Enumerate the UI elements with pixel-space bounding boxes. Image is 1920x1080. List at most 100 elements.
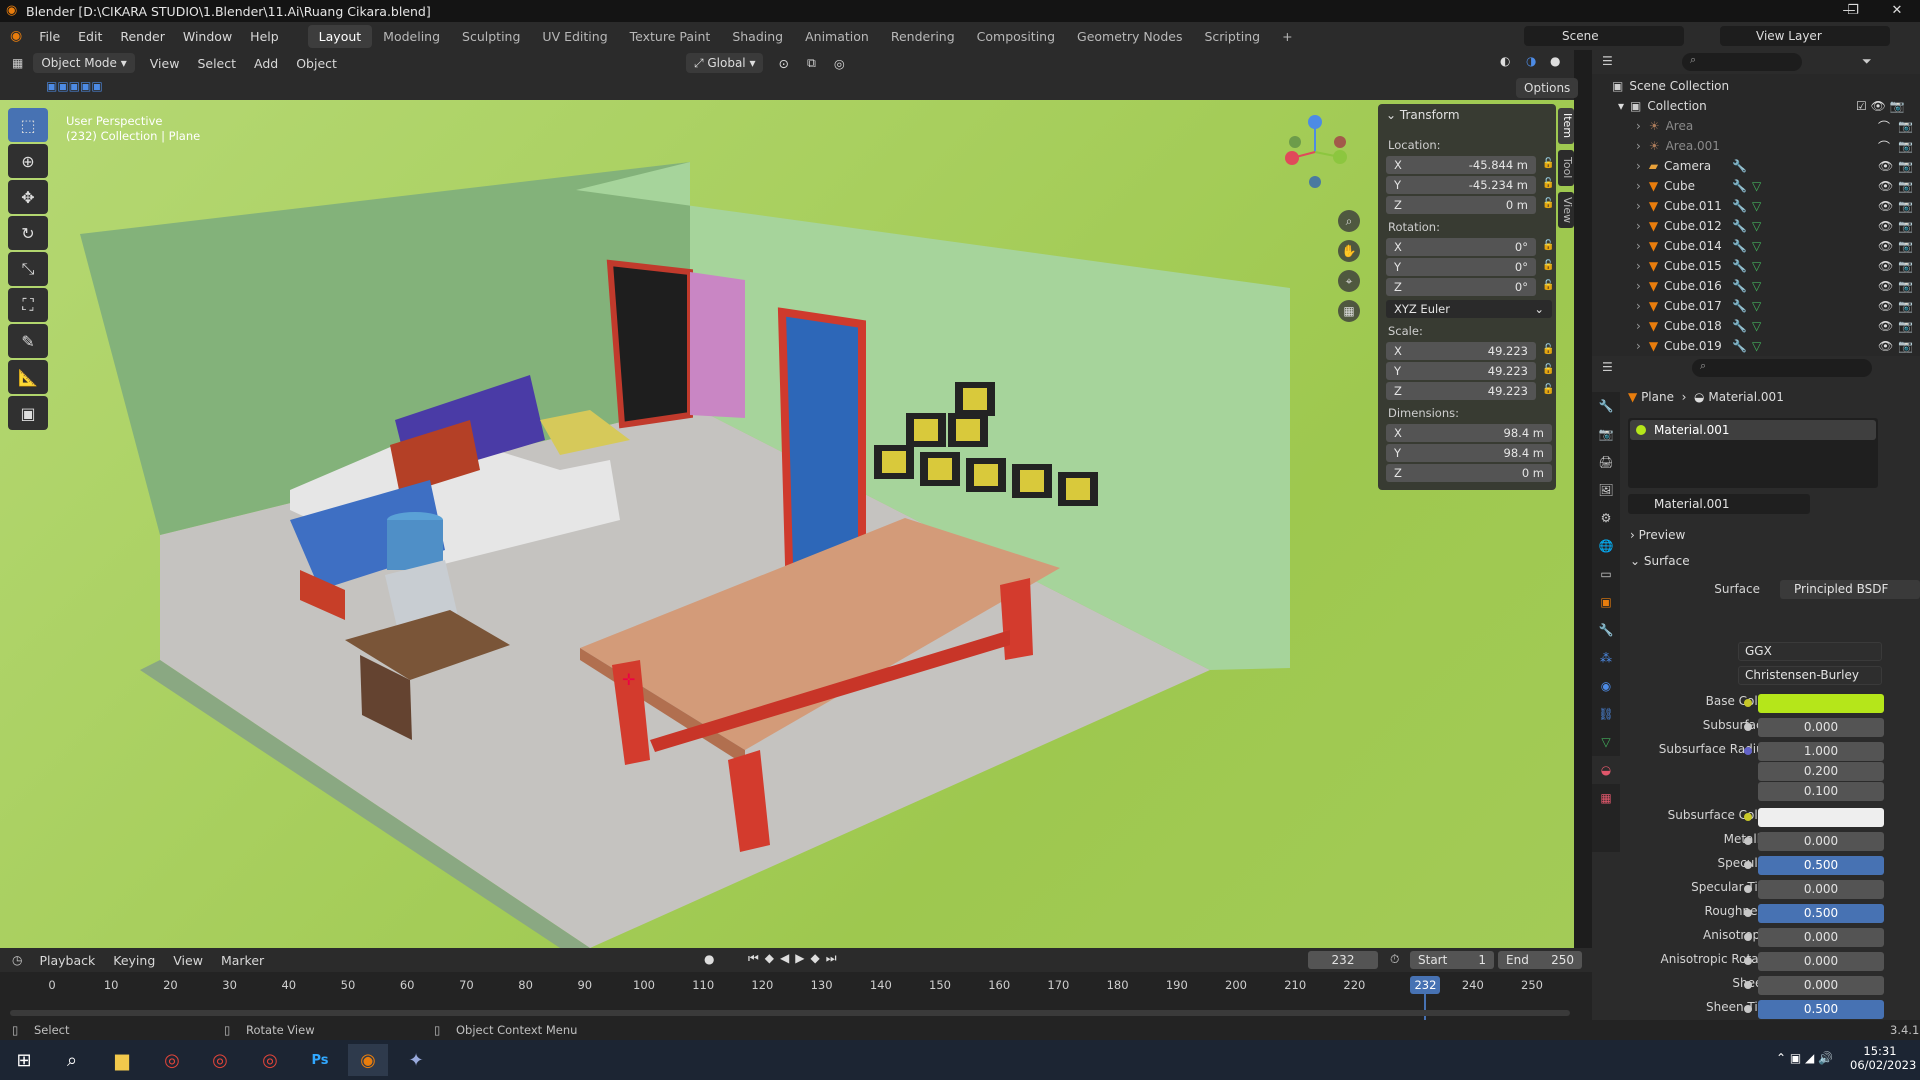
outliner-row[interactable]: › ▼ Cube.018 🔧 ▽ 👁 📷	[1592, 316, 1920, 336]
render-tab-icon[interactable]: 📷	[1592, 420, 1620, 448]
material-name-field[interactable]: Material.001	[1628, 494, 1810, 514]
lock-icon[interactable]: 🔓	[1542, 240, 1554, 251]
stopwatch-icon[interactable]: ⏱	[1390, 952, 1399, 967]
menu-file[interactable]: File	[30, 29, 69, 44]
constraints-tab-icon[interactable]: ⛓	[1592, 700, 1620, 728]
tab-layout[interactable]: Layout	[307, 24, 373, 48]
surface-section[interactable]: ⌄ Surface	[1630, 554, 1690, 568]
select-menu[interactable]: Select	[188, 56, 245, 71]
select-box-tool-icon[interactable]: ⬚	[8, 108, 48, 142]
proportional-icon[interactable]: ◎	[825, 56, 854, 71]
socket-dot-icon[interactable]	[1744, 1005, 1752, 1013]
tab-uv-editing[interactable]: UV Editing	[531, 25, 618, 48]
scale-tool-icon[interactable]: ⤡	[8, 252, 48, 286]
record-icon[interactable]: ●	[704, 952, 714, 966]
outliner-row-collection[interactable]: ▾ ▣ Collection ☑ 👁 📷	[1592, 96, 1920, 116]
add-cube-tool-icon[interactable]: ▣	[8, 396, 48, 430]
mode-dropdown[interactable]: Object Mode ▾	[33, 53, 135, 73]
view-layer-tab-icon[interactable]: 🖼	[1592, 476, 1620, 504]
add-menu[interactable]: Add	[245, 56, 287, 71]
select-mode-icon[interactable]: ▣▣▣▣▣	[46, 79, 103, 93]
tab-texture-paint[interactable]: Texture Paint	[619, 25, 722, 48]
particles-tab-icon[interactable]: ⁂	[1592, 644, 1620, 672]
rotation-x-field[interactable]: X 0°	[1386, 238, 1536, 256]
filter-icon[interactable]: ⏷	[1862, 54, 1872, 69]
view-layer-selector[interactable]: View Layer	[1720, 26, 1890, 46]
location-x-field[interactable]: X -45.844 m	[1386, 156, 1536, 174]
outliner-editor-icon[interactable]: ☰	[1602, 54, 1613, 68]
render-camera-icon[interactable]: 📷	[1898, 159, 1913, 173]
rotation-mode-dropdown[interactable]: XYZ Euler ⌄	[1386, 300, 1552, 318]
surface-shader-field[interactable]: Principled BSDF	[1780, 580, 1920, 599]
visibility-eye-icon[interactable]: 👁	[1878, 219, 1893, 233]
socket-dot-icon[interactable]	[1744, 723, 1752, 731]
photoshop-icon[interactable]: Ps	[300, 1044, 340, 1076]
property-value-field[interactable]: 0.000	[1758, 832, 1884, 851]
distribution-dropdown[interactable]: GGX	[1738, 642, 1882, 661]
lock-icon[interactable]: 🔓	[1542, 280, 1554, 291]
visibility-eye-icon[interactable]: 👁	[1878, 299, 1893, 313]
scene-selector[interactable]: Scene	[1524, 26, 1684, 46]
cursor-tool-icon[interactable]: ⊕	[8, 144, 48, 178]
timeline-editor-icon[interactable]: ◷	[12, 953, 22, 967]
expand-icon[interactable]: ›	[1636, 219, 1641, 233]
property-value-field[interactable]: 0.000	[1758, 976, 1884, 995]
lock-icon[interactable]: 🔓	[1542, 178, 1554, 189]
object-tab-icon[interactable]: ▣	[1592, 588, 1620, 616]
property-value-field[interactable]: 1.000	[1758, 742, 1884, 761]
outliner-row[interactable]: › ▼ Cube.012 🔧 ▽ 👁 📷	[1592, 216, 1920, 236]
outliner-row-scene-collection[interactable]: ▣ Scene Collection	[1592, 76, 1920, 96]
outliner-row[interactable]: › ▼ Cube.014 🔧 ▽ 👁 📷	[1592, 236, 1920, 256]
visibility-eye-icon[interactable]: 👁	[1878, 239, 1893, 253]
visibility-eye-icon[interactable]: ⌒	[1878, 138, 1890, 155]
expand-icon[interactable]: ›	[1636, 279, 1641, 293]
texture-tab-icon[interactable]: ▦	[1592, 784, 1620, 812]
visibility-eye-icon[interactable]: 👁	[1878, 319, 1893, 333]
expand-icon[interactable]: ›	[1636, 179, 1641, 193]
tab-view[interactable]: View	[1558, 192, 1574, 228]
material-tab-icon[interactable]: ◒	[1592, 756, 1620, 784]
data-tab-icon[interactable]: ▽	[1592, 728, 1620, 756]
socket-dot-icon[interactable]	[1744, 837, 1752, 845]
outliner-row[interactable]: › ▼ Cube.011 🔧 ▽ 👁 📷	[1592, 196, 1920, 216]
menu-help[interactable]: Help	[241, 29, 288, 44]
outliner-row[interactable]: › ▼ Cube 🔧 ▽ 👁 📷	[1592, 176, 1920, 196]
current-frame-field[interactable]: 232	[1308, 951, 1378, 969]
visibility-eye-icon[interactable]: 👁	[1878, 199, 1893, 213]
outliner-row[interactable]: › ▼ Cube.017 🔧 ▽ 👁 📷	[1592, 296, 1920, 316]
render-camera-icon[interactable]: 📷	[1898, 199, 1913, 213]
scale-x-field[interactable]: X 49.223	[1386, 342, 1536, 360]
property-value-field[interactable]: 0.500	[1758, 904, 1884, 923]
visibility-eye-icon[interactable]: 👁	[1878, 159, 1893, 173]
expand-icon[interactable]: ›	[1636, 239, 1641, 253]
timeline-view-menu[interactable]: View	[164, 953, 212, 968]
playback-menu[interactable]: Playback	[30, 953, 104, 968]
annotate-tool-icon[interactable]: ✎	[8, 324, 48, 358]
rotate-tool-icon[interactable]: ↻	[8, 216, 48, 250]
scale-y-field[interactable]: Y 49.223	[1386, 362, 1536, 380]
socket-dot-icon[interactable]	[1744, 861, 1752, 869]
property-value-field[interactable]: 0.000	[1758, 928, 1884, 947]
expand-icon[interactable]: ›	[1636, 199, 1641, 213]
property-value-field[interactable]: 0.500	[1758, 856, 1884, 875]
render-camera-icon[interactable]: 📷	[1898, 119, 1913, 133]
socket-dot-icon[interactable]	[1744, 909, 1752, 917]
transform-panel-title[interactable]: ⌄ Transform	[1386, 108, 1460, 122]
property-value-field[interactable]: 0.200	[1758, 762, 1884, 781]
render-camera-icon[interactable]: 📷	[1898, 179, 1913, 193]
zoom-icon[interactable]: ⌕	[1338, 210, 1360, 232]
tray-icons[interactable]: ⌃ ▣ ◢ 🔊	[1776, 1051, 1833, 1065]
snap-icon[interactable]: ⧉	[798, 55, 825, 71]
pivot-icon[interactable]: ⊙	[769, 56, 797, 71]
dimensions-y-field[interactable]: Y 98.4 m	[1386, 444, 1552, 462]
start-frame-field[interactable]: Start 1	[1410, 951, 1494, 969]
render-camera-icon[interactable]: 📷	[1898, 219, 1913, 233]
outliner-search-input[interactable]: ⌕	[1682, 53, 1802, 71]
lock-icon[interactable]: 🔓	[1542, 260, 1554, 271]
socket-dot-icon[interactable]	[1744, 813, 1752, 821]
tab-tool[interactable]: Tool	[1558, 150, 1574, 186]
tab-scripting[interactable]: Scripting	[1193, 25, 1271, 48]
physics-tab-icon[interactable]: ◉	[1592, 672, 1620, 700]
lock-icon[interactable]: 🔓	[1542, 198, 1554, 209]
tab-rendering[interactable]: Rendering	[880, 25, 966, 48]
